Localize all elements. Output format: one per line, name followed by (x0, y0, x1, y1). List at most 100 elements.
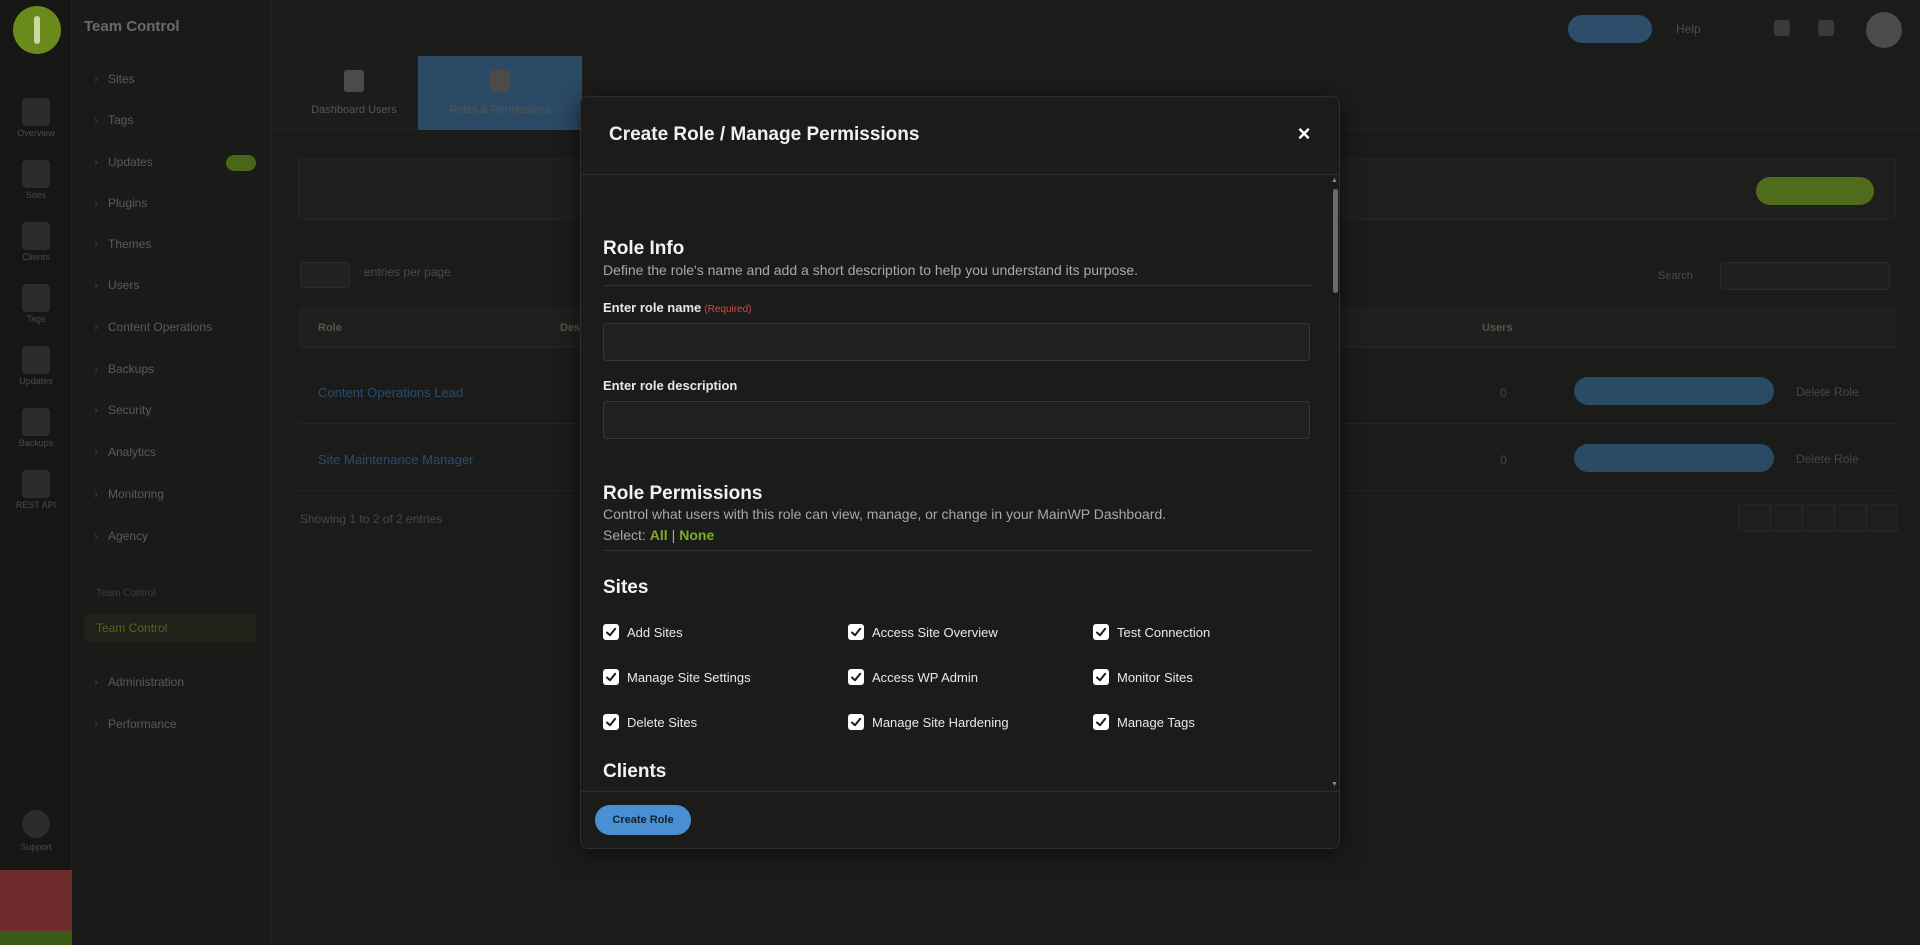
sidebar-item-sites[interactable]: Sites (94, 72, 135, 86)
sidebar-item-themes[interactable]: Themes (94, 237, 151, 251)
updates-icon[interactable] (22, 346, 50, 374)
overview-icon[interactable] (22, 98, 50, 126)
rest-api-icon[interactable] (22, 470, 50, 498)
delete-role-link[interactable]: Delete Role (1796, 385, 1859, 399)
rail-label: Backups (18, 438, 54, 448)
sidebar-item-backups[interactable]: Backups (94, 362, 154, 376)
sidebar-item-analytics[interactable]: Analytics (94, 445, 156, 459)
sidebar-item-administration[interactable]: Administration (94, 675, 184, 689)
role-description-input[interactable] (603, 401, 1310, 439)
checkbox-checked-icon[interactable] (848, 714, 864, 730)
manage-permissions-button[interactable] (1574, 444, 1774, 472)
permission-checkbox[interactable]: Manage Site Hardening (848, 713, 1009, 731)
new-button[interactable] (1568, 15, 1652, 43)
sites-icon[interactable] (22, 160, 50, 188)
tab-roles-permissions[interactable]: Roles & Permissions (418, 56, 582, 130)
clients-icon[interactable] (22, 222, 50, 250)
checkbox-checked-icon[interactable] (848, 624, 864, 640)
checkbox-checked-icon[interactable] (603, 714, 619, 730)
rows-per-page-select[interactable] (300, 262, 350, 288)
create-role-button[interactable]: Create Role (595, 805, 691, 835)
permission-label: Access Site Overview (872, 624, 998, 640)
promo-banner[interactable] (0, 870, 72, 945)
checkbox-checked-icon[interactable] (1093, 669, 1109, 685)
permission-checkbox[interactable]: Delete Sites (603, 713, 697, 731)
tab-label: Roles & Permissions (449, 104, 551, 116)
shield-icon (490, 70, 510, 92)
column-header-role[interactable]: Role (318, 322, 342, 334)
sidebar-item-team-control[interactable]: Team Control (84, 614, 256, 642)
role-permissions-heading: Role Permissions (603, 483, 763, 504)
rows-per-page-label: entries per page (364, 265, 451, 279)
permission-label: Test Connection (1117, 624, 1211, 640)
sidebar-item-monitoring[interactable]: Monitoring (94, 487, 164, 501)
sidebar-item-tags[interactable]: Tags (94, 113, 133, 127)
checkbox-checked-icon[interactable] (1093, 714, 1109, 730)
pagination-prev[interactable] (1770, 504, 1802, 532)
updates-badge (226, 155, 256, 171)
select-none-link[interactable]: None (679, 527, 714, 543)
sidebar-item-users[interactable]: Users (94, 278, 139, 292)
rail-label: Updates (19, 376, 53, 386)
role-link[interactable]: Site Maintenance Manager (318, 452, 473, 467)
backups-icon[interactable] (22, 408, 50, 436)
new-role-button[interactable] (1756, 177, 1874, 205)
search-label: Search (1658, 270, 1693, 282)
pagination-first[interactable] (1738, 504, 1770, 532)
permission-checkbox[interactable]: Access WP Admin (848, 668, 978, 686)
sidebar-item-content-operations[interactable]: Content Operations (94, 320, 212, 334)
permission-label: Access WP Admin (872, 669, 978, 685)
sidebar-section-label: Team Control (96, 588, 156, 599)
pagination-last[interactable] (1866, 504, 1898, 532)
sidebar-item-security[interactable]: Security (94, 403, 151, 417)
close-icon[interactable]: × (1289, 119, 1319, 149)
role-info-heading: Role Info (603, 238, 685, 259)
pagination-page[interactable] (1802, 504, 1834, 532)
role-permissions-description: Control what users with this role can vi… (603, 506, 1167, 522)
permission-checkbox[interactable]: Add Sites (603, 623, 683, 641)
divider (603, 550, 1311, 551)
role-info-description: Define the role's name and add a short d… (603, 262, 1139, 278)
delete-role-link[interactable]: Delete Role (1796, 452, 1859, 466)
avatar[interactable] (1866, 12, 1902, 48)
clients-group-heading: Clients (603, 761, 667, 782)
modal-header: Create Role / Manage Permissions × (581, 97, 1339, 175)
checkbox-checked-icon[interactable] (848, 669, 864, 685)
pagination-next[interactable] (1834, 504, 1866, 532)
role-link[interactable]: Content Operations Lead (318, 385, 463, 400)
help-link[interactable]: Help (1676, 22, 1701, 36)
manage-permissions-button[interactable] (1574, 377, 1774, 405)
checkbox-checked-icon[interactable] (603, 624, 619, 640)
sidebar-item-plugins[interactable]: Plugins (94, 196, 147, 210)
settings-icon[interactable] (1818, 20, 1834, 36)
permission-checkbox[interactable]: Access Site Overview (848, 623, 998, 641)
tags-icon[interactable] (22, 284, 50, 312)
tab-dashboard-users[interactable]: Dashboard Users (272, 56, 436, 130)
scroll-up-arrow-icon[interactable]: ▲ (1331, 177, 1338, 184)
permission-label: Delete Sites (627, 714, 698, 730)
notifications-icon[interactable] (1774, 20, 1790, 36)
select-label: Select: (603, 527, 646, 543)
sidebar-item-agency[interactable]: Agency (94, 529, 148, 543)
mainwp-logo-icon[interactable] (13, 6, 61, 54)
permission-checkbox[interactable]: Test Connection (1093, 623, 1210, 641)
scrollbar-thumb[interactable] (1333, 189, 1338, 293)
column-header-users[interactable]: Users (1482, 322, 1513, 334)
sidebar-item-performance[interactable]: Performance (94, 717, 177, 731)
permission-label: Monitor Sites (1117, 669, 1193, 685)
permission-checkbox[interactable]: Manage Site Settings (603, 668, 751, 686)
scroll-down-arrow-icon[interactable]: ▼ (1331, 781, 1338, 788)
checkbox-checked-icon[interactable] (1093, 624, 1109, 640)
modal-body[interactable]: Role Info Define the role's name and add… (581, 176, 1339, 790)
rail-label: Tags (26, 314, 46, 324)
permission-label: Manage Site Settings (627, 669, 751, 685)
permission-checkbox[interactable]: Monitor Sites (1093, 668, 1193, 686)
role-name-label: Enter role name (Required) (603, 300, 752, 315)
select-all-link[interactable]: All (650, 527, 668, 543)
role-name-input[interactable] (603, 323, 1310, 361)
permission-checkbox[interactable]: Manage Tags (1093, 713, 1195, 731)
sidebar-item-updates[interactable]: Updates (94, 155, 153, 169)
search-input[interactable] (1720, 262, 1890, 290)
checkbox-checked-icon[interactable] (603, 669, 619, 685)
support-icon[interactable] (22, 810, 50, 838)
